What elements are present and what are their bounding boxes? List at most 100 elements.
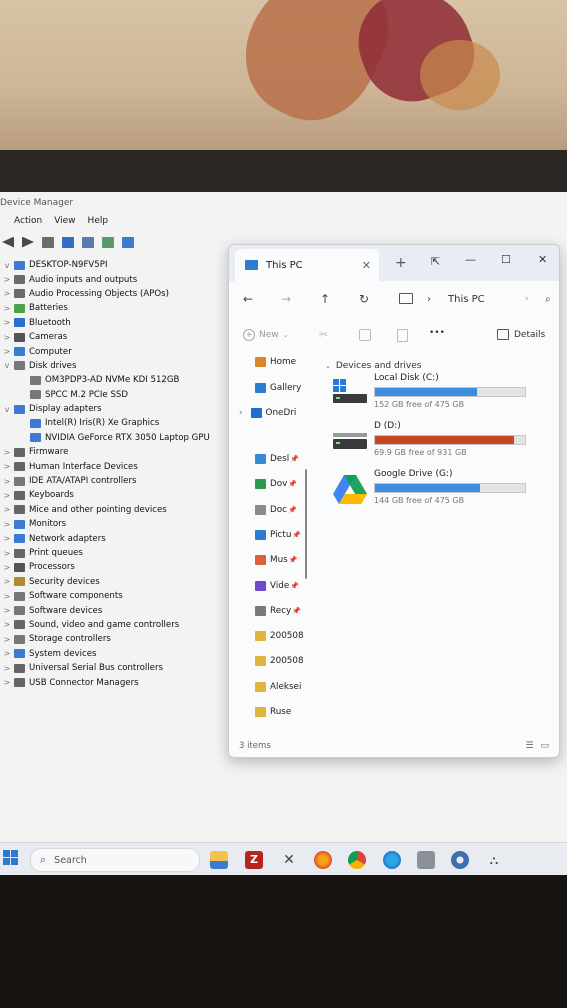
- taskbar-search[interactable]: ⌕ Search: [30, 848, 200, 872]
- chevron-right-icon[interactable]: >: [0, 563, 14, 572]
- nav-pane-item[interactable]: Doc 📌: [255, 505, 297, 515]
- device-tree-item[interactable]: > Audio inputs and outputs: [0, 272, 230, 286]
- chevron-right-icon[interactable]: >: [0, 678, 14, 687]
- drive-tile[interactable]: Local Disk (C:) 152 GB free of 475 GB: [333, 373, 543, 413]
- close-tab-icon[interactable]: ✕: [362, 259, 371, 272]
- start-button[interactable]: [3, 850, 19, 866]
- chevron-right-icon[interactable]: >: [0, 491, 14, 500]
- nav-pane-item[interactable]: 200508: [255, 656, 304, 666]
- chevron-right-icon[interactable]: >: [0, 304, 14, 313]
- device-tree-item[interactable]: > Sound, video and game controllers: [0, 618, 230, 632]
- nav-pane-item[interactable]: Recy 📌: [255, 606, 301, 616]
- device-tree-item[interactable]: > Processors: [0, 560, 230, 574]
- forward-icon[interactable]: →: [281, 292, 291, 306]
- device-tree-item[interactable]: > Security devices: [0, 575, 230, 589]
- firefox-icon[interactable]: [314, 851, 332, 869]
- up-icon[interactable]: ↑: [320, 292, 330, 306]
- chevron-right-icon[interactable]: >: [0, 318, 14, 327]
- chevron-down-icon[interactable]: v: [0, 361, 14, 370]
- device-tree-item[interactable]: > Audio Processing Objects (APOs): [0, 287, 230, 301]
- chevron-right-icon[interactable]: >: [0, 606, 14, 615]
- menu-help[interactable]: Help: [88, 216, 109, 230]
- chevron-right-icon[interactable]: >: [0, 505, 14, 514]
- device-tree-item[interactable]: > USB Connector Managers: [0, 675, 230, 689]
- chevron-down-icon[interactable]: v: [0, 261, 14, 270]
- chevron-right-icon[interactable]: >: [0, 333, 14, 342]
- back-arrow-icon[interactable]: [2, 237, 14, 248]
- device-tree-item[interactable]: > Software devices: [0, 603, 230, 617]
- properties-icon[interactable]: [42, 236, 54, 248]
- tiles-view-icon[interactable]: ▭: [540, 741, 549, 751]
- device-manager-taskbar-icon[interactable]: [417, 851, 435, 869]
- device-tree-item[interactable]: > Firmware: [0, 445, 230, 459]
- details-view-icon[interactable]: ☰: [526, 741, 534, 751]
- minimize-icon[interactable]: —: [465, 253, 476, 266]
- device-tree-item[interactable]: v DESKTOP-N9FV5PI: [0, 258, 230, 272]
- maximize-icon[interactable]: ☐: [501, 253, 511, 266]
- tools-icon[interactable]: ✕: [280, 851, 298, 869]
- nav-pane-item[interactable]: Dov 📌: [255, 479, 297, 489]
- search-icon[interactable]: ⌕: [545, 294, 551, 305]
- navigation-scrollbar[interactable]: [305, 469, 307, 579]
- device-tree-item[interactable]: > Bluetooth: [0, 316, 230, 330]
- tab-this-pc[interactable]: This PC ✕: [235, 249, 379, 281]
- chevron-right-icon[interactable]: >: [0, 635, 14, 644]
- nav-pane-item[interactable]: Gallery: [255, 383, 301, 393]
- device-tree-item[interactable]: > Universal Serial Bus controllers: [0, 661, 230, 675]
- back-icon[interactable]: ←: [243, 292, 253, 306]
- device-tree-item[interactable]: > Human Interface Devices: [0, 459, 230, 473]
- nav-pane-item[interactable]: › OneDri: [239, 408, 296, 418]
- chevron-right-icon[interactable]: >: [0, 664, 14, 673]
- device-tree-item[interactable]: SPCC M.2 PCIe SSD: [0, 388, 230, 402]
- chevron-right-icon[interactable]: >: [0, 347, 14, 356]
- device-tree-item[interactable]: > IDE ATA/ATAPI controllers: [0, 474, 230, 488]
- drive-tile[interactable]: Google Drive (G:) 144 GB free of 475 GB: [333, 469, 543, 509]
- chevron-right-icon[interactable]: >: [0, 534, 14, 543]
- device-tree-item[interactable]: > Computer: [0, 344, 230, 358]
- details-button[interactable]: Details: [497, 329, 545, 340]
- chevron-right-icon[interactable]: >: [0, 649, 14, 658]
- chevron-right-icon[interactable]: >: [0, 620, 14, 629]
- chevron-right-icon[interactable]: >: [0, 477, 14, 486]
- chevron-right-icon[interactable]: >: [0, 448, 14, 457]
- menu-action[interactable]: Action: [14, 216, 42, 230]
- nav-pane-item[interactable]: Home: [255, 357, 296, 367]
- device-tree-item[interactable]: > Keyboards: [0, 488, 230, 502]
- chevron-down-icon[interactable]: v: [0, 405, 14, 414]
- chevron-right-icon[interactable]: >: [0, 275, 14, 284]
- device-tree-item[interactable]: NVIDIA GeForce RTX 3050 Laptop GPU: [0, 431, 230, 445]
- nav-pane-item[interactable]: Ruse: [255, 707, 291, 717]
- help-icon[interactable]: [62, 236, 74, 248]
- menu-view[interactable]: View: [54, 216, 75, 230]
- scan-hardware-icon[interactable]: [102, 236, 114, 248]
- device-tree-item[interactable]: > Network adapters: [0, 531, 230, 545]
- more-options-button[interactable]: •••: [429, 328, 445, 338]
- settings-gear-icon[interactable]: [451, 851, 469, 869]
- network-globe-icon[interactable]: [383, 851, 401, 869]
- address-bar[interactable]: This PC: [448, 294, 485, 305]
- device-tree-item[interactable]: > Monitors: [0, 517, 230, 531]
- new-tab-icon[interactable]: +: [395, 255, 407, 271]
- address-chevron-icon[interactable]: ›: [525, 294, 529, 304]
- nav-pane-item[interactable]: Aleksei: [255, 682, 301, 692]
- forward-arrow-icon[interactable]: [22, 236, 34, 248]
- chevron-right-icon[interactable]: >: [0, 462, 14, 471]
- close-window-icon[interactable]: ✕: [538, 253, 547, 266]
- device-tree-item[interactable]: > Software components: [0, 589, 230, 603]
- device-tree-item[interactable]: > Cameras: [0, 330, 230, 344]
- chevron-right-icon[interactable]: >: [0, 520, 14, 529]
- monitor-icon[interactable]: [122, 236, 134, 248]
- new-button[interactable]: + New ⌄: [243, 329, 289, 341]
- file-explorer-taskbar-icon[interactable]: [210, 851, 228, 869]
- refresh-icon[interactable]: ↻: [359, 292, 369, 306]
- device-tree-item[interactable]: > Print queues: [0, 546, 230, 560]
- chevron-right-icon[interactable]: >: [0, 289, 14, 298]
- cut-icon[interactable]: ✂: [319, 328, 328, 341]
- paste-icon[interactable]: [397, 329, 408, 342]
- nav-pane-item[interactable]: Pictu 📌: [255, 530, 301, 540]
- update-driver-icon[interactable]: [82, 236, 94, 248]
- nav-pane-item[interactable]: Desl 📌: [255, 454, 299, 464]
- chevron-right-icon[interactable]: ›: [239, 408, 243, 418]
- chevron-right-icon[interactable]: >: [0, 592, 14, 601]
- device-tree-item[interactable]: Intel(R) Iris(R) Xe Graphics: [0, 416, 230, 430]
